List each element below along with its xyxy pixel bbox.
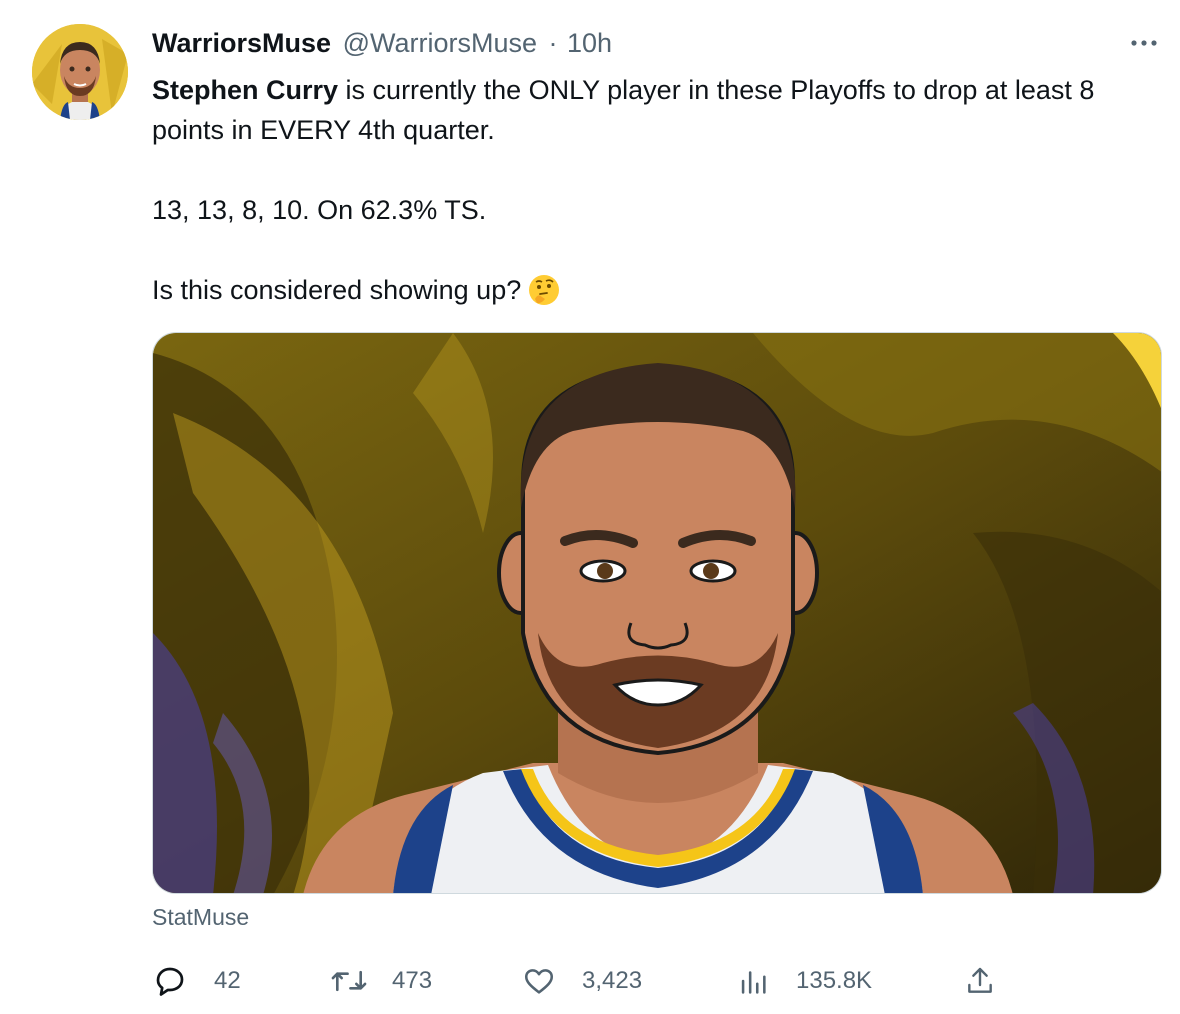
like-icon: [522, 964, 556, 998]
tweet-paragraph-2: 13, 13, 8, 10. On 62.3% TS.: [152, 195, 487, 225]
time-separator: ·: [548, 28, 558, 58]
views-button[interactable]: 135.8K: [738, 956, 872, 1006]
tweet-timestamp[interactable]: 10h: [567, 28, 612, 58]
player-name: Stephen Curry: [152, 75, 339, 105]
tweet-media-image[interactable]: [152, 332, 1162, 894]
reply-count: 42: [214, 967, 241, 994]
tweet-action-bar: 42 473 3,423 135.8K: [152, 956, 1002, 1006]
tweet-paragraph-3: Is this considered showing up?: [152, 270, 1142, 310]
tweet-text: Stephen Curry is currently the ONLY play…: [152, 70, 1142, 310]
reply-button[interactable]: 42: [152, 956, 241, 1006]
tweet-question: Is this considered showing up?: [152, 275, 522, 305]
author-handle[interactable]: @WarriorsMuse: [343, 28, 537, 58]
views-count: 135.8K: [796, 967, 873, 994]
like-count: 3,423: [582, 967, 643, 994]
share-button[interactable]: [964, 956, 996, 1006]
like-button[interactable]: 3,423: [522, 956, 642, 1006]
share-icon: [964, 964, 996, 998]
retweet-icon: [330, 963, 368, 999]
author-name[interactable]: WarriorsMuse: [152, 28, 331, 58]
tweet-header: WarriorsMuse @WarriorsMuse · 10h: [152, 26, 612, 60]
retweet-count: 473: [392, 967, 433, 994]
views-icon: [738, 964, 768, 998]
thinking-face-icon: [527, 273, 561, 307]
author-avatar[interactable]: [32, 24, 128, 120]
more-icon[interactable]: [1124, 26, 1164, 60]
reply-icon: [152, 963, 188, 999]
retweet-button[interactable]: 473: [330, 956, 432, 1006]
tweet-paragraph-1: Stephen Curry is currently the ONLY play…: [152, 70, 1142, 150]
media-source-label[interactable]: StatMuse: [152, 904, 249, 931]
